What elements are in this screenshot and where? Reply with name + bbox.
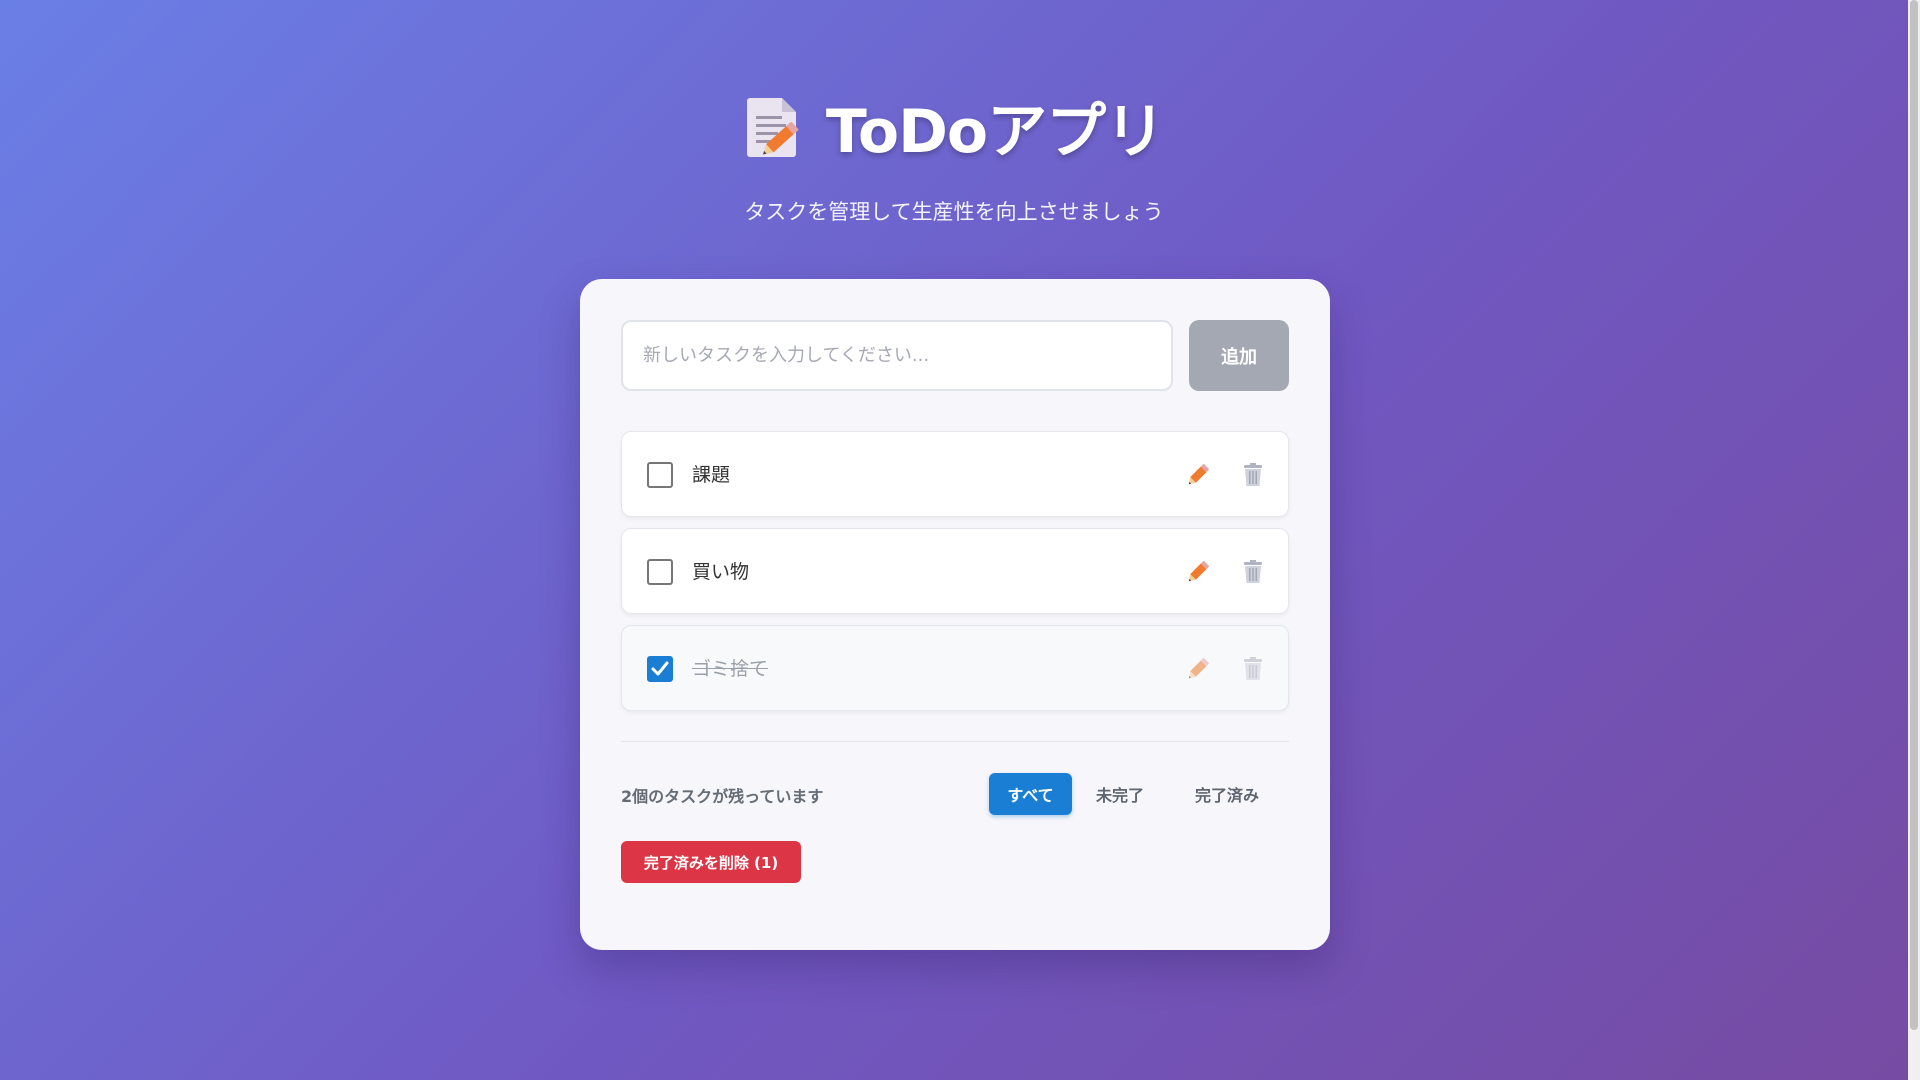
app-subtitle: タスクを管理して生産性を向上させましょう (744, 200, 1164, 224)
checkmark-icon (651, 661, 669, 676)
trash-icon[interactable] (1239, 461, 1267, 489)
trash-icon[interactable] (1239, 558, 1267, 586)
task-label: ゴミ捨て (692, 658, 769, 680)
add-task-row: 追加 (621, 320, 1289, 391)
task-checkbox[interactable] (647, 462, 673, 488)
filter-active-button[interactable]: 未完了 (1078, 773, 1162, 815)
task-item: ゴミ捨て (621, 625, 1289, 711)
page-scrollbar[interactable] (1908, 0, 1920, 1080)
new-task-input[interactable] (621, 320, 1173, 391)
clear-completed-button[interactable]: 完了済みを削除 (1) (621, 841, 801, 883)
pencil-icon[interactable] (1184, 461, 1212, 489)
add-button[interactable]: 追加 (1189, 320, 1289, 391)
scrollbar-thumb[interactable] (1910, 0, 1918, 1030)
remaining-count: 2個のタスクが残っています (621, 787, 824, 806)
title-row: ToDoアプリ (0, 88, 1908, 167)
footer-divider (621, 741, 1289, 742)
task-checkbox[interactable] (647, 559, 673, 585)
task-checkbox[interactable] (647, 656, 673, 682)
filter-all-button[interactable]: すべて (989, 773, 1072, 815)
filter-group: すべて 未完了 完了済み (989, 773, 1289, 815)
task-item: 買い物 (621, 528, 1289, 614)
app-header: ToDoアプリ タスクを管理して生産性を向上させましょう (0, 88, 1908, 226)
pencil-icon[interactable] (1184, 655, 1212, 683)
filter-completed-button[interactable]: 完了済み (1169, 773, 1285, 815)
todo-card: 追加 課題 (580, 279, 1330, 950)
app-title: ToDoアプリ (825, 96, 1165, 167)
trash-icon[interactable] (1239, 655, 1267, 683)
pencil-icon[interactable] (1184, 558, 1212, 586)
task-label: 課題 (692, 464, 731, 486)
memo-icon (744, 94, 802, 158)
task-list: 課題 買い物 ゴミ捨て (621, 431, 1289, 722)
task-item: 課題 (621, 431, 1289, 517)
task-label: 買い物 (692, 561, 750, 583)
